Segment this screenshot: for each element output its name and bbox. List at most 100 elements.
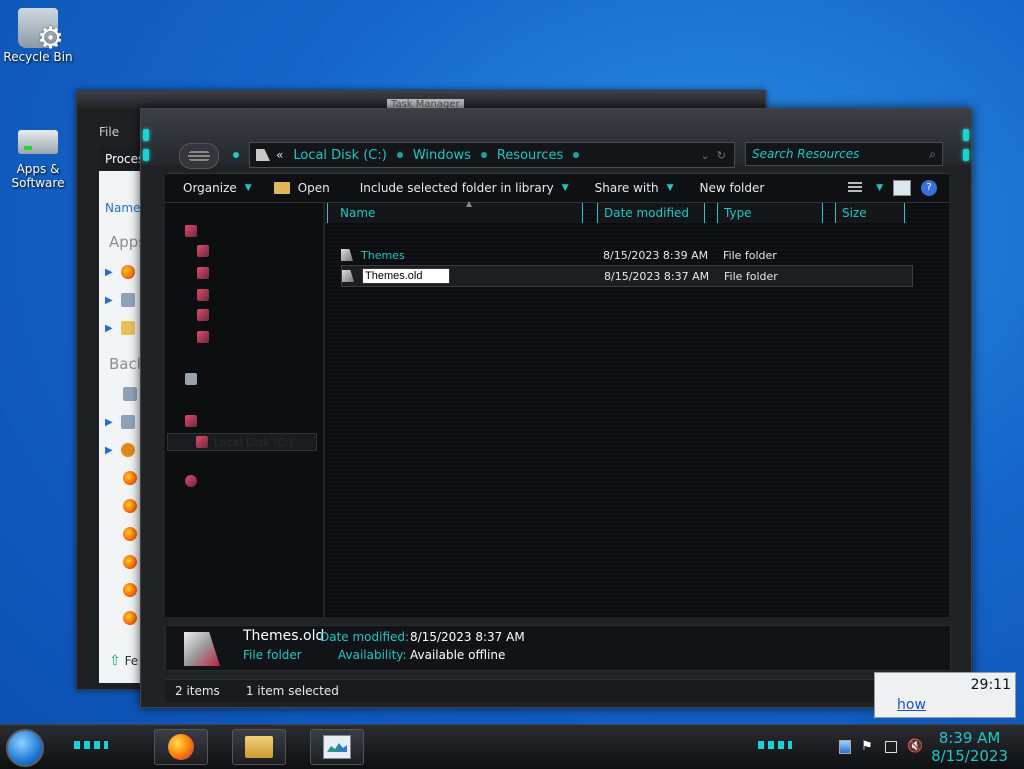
- nav-desktop[interactable]: [197, 245, 209, 257]
- folder-icon: [341, 249, 353, 261]
- file-list[interactable]: Name ▲ Date modified Type Size Themes 8/1…: [325, 199, 949, 617]
- column-name-label: Name: [340, 206, 376, 220]
- nav-downloads[interactable]: [197, 267, 209, 279]
- process-row[interactable]: [105, 583, 137, 597]
- folder-thumbnail-icon: [184, 632, 220, 666]
- address-bar[interactable]: « Local Disk (C:) Windows Resources ⌄ ↻: [249, 142, 735, 168]
- breadcrumb-separator[interactable]: [480, 152, 487, 158]
- taskbar-led: [74, 741, 108, 749]
- chevron-right-icon[interactable]: ▶: [105, 417, 113, 428]
- search-icon[interactable]: ⌕: [929, 147, 936, 162]
- share-with-button[interactable]: Share with ▼: [595, 181, 674, 195]
- breadcrumb-resources[interactable]: Resources: [497, 148, 563, 163]
- apps-software-icon[interactable]: Apps & Software: [0, 120, 76, 190]
- search-box[interactable]: Search Resources ⌕: [745, 142, 943, 166]
- nav-item[interactable]: [197, 331, 209, 343]
- details-pane: Themes.old File folder Date modified: 8/…: [165, 625, 951, 671]
- recycle-bin-icon[interactable]: ⚙ Recycle Bin: [0, 8, 76, 64]
- breadcrumb-local-disk[interactable]: Local Disk (C:): [293, 148, 386, 163]
- nav-network[interactable]: [185, 475, 197, 487]
- network-icon[interactable]: [885, 741, 898, 753]
- address-overflow[interactable]: «: [276, 148, 283, 162]
- process-row[interactable]: ▶: [105, 415, 135, 429]
- open-button[interactable]: Open: [273, 181, 330, 195]
- column-header-date[interactable]: Date modified: [597, 203, 705, 223]
- refresh-icon[interactable]: ↻: [717, 149, 726, 162]
- organize-button[interactable]: Organize ▼: [183, 181, 252, 195]
- chevron-down-icon[interactable]: ▼: [876, 183, 883, 193]
- firefox-icon: [123, 583, 137, 597]
- process-row[interactable]: ▶: [105, 293, 135, 307]
- file-name: Themes: [361, 248, 405, 262]
- process-row[interactable]: ▶: [105, 443, 135, 457]
- notification-time: 29:11: [970, 677, 1011, 693]
- network-icon: [185, 475, 197, 487]
- view-options-icon[interactable]: [848, 182, 863, 194]
- rename-input[interactable]: [362, 268, 450, 284]
- process-row[interactable]: [105, 471, 137, 485]
- folder-icon: [256, 149, 270, 161]
- file-row-themes[interactable]: Themes 8/15/2023 8:39 AM File folder: [341, 245, 911, 265]
- back-forward-button[interactable]: [179, 143, 219, 169]
- preview-pane-icon[interactable]: [893, 180, 911, 196]
- nav-local-disk[interactable]: Local Disk (C:): [167, 433, 317, 451]
- taskbar-explorer[interactable]: [232, 729, 286, 765]
- flag-icon[interactable]: ⚑: [861, 740, 875, 754]
- start-button[interactable]: [6, 729, 44, 767]
- explorer-window[interactable]: « Local Disk (C:) Windows Resources ⌄ ↻ …: [140, 108, 972, 708]
- clock[interactable]: 8:39 AM 8/15/2023: [931, 729, 1008, 765]
- process-row[interactable]: ▶: [105, 265, 135, 279]
- breadcrumb-separator[interactable]: [573, 152, 580, 158]
- volume-muted-icon[interactable]: 🔇: [907, 740, 923, 754]
- firefox-icon: [123, 499, 137, 513]
- firefox-icon: [168, 734, 194, 760]
- process-row[interactable]: [105, 387, 137, 401]
- process-row[interactable]: [105, 555, 137, 569]
- nav-favorites[interactable]: [185, 225, 197, 237]
- firefox-icon: [123, 471, 137, 485]
- item-count: 2 items: [175, 684, 220, 698]
- process-row[interactable]: [105, 527, 137, 541]
- notification-popup[interactable]: 29:11 how: [874, 672, 1016, 718]
- chevron-right-icon[interactable]: ▶: [105, 295, 113, 306]
- menu-file[interactable]: File: [99, 125, 119, 139]
- sort-up-icon: ▲: [466, 199, 473, 208]
- column-name[interactable]: Name: [105, 201, 140, 215]
- column-header-type[interactable]: Type: [717, 203, 823, 223]
- chevron-right-icon[interactable]: ▶: [105, 267, 113, 278]
- taskbar-task-manager[interactable]: [310, 729, 364, 765]
- chevron-right-icon[interactable]: ▶: [105, 323, 113, 334]
- taskbar-firefox[interactable]: [154, 729, 208, 765]
- process-row[interactable]: [105, 611, 137, 625]
- process-row[interactable]: [105, 499, 137, 513]
- help-icon[interactable]: ?: [921, 180, 937, 196]
- system-tray: ⚑ 🔇 8:39 AM 8/15/2023: [839, 725, 1024, 769]
- star-icon: [185, 225, 197, 237]
- recent-pages-dot[interactable]: [233, 152, 239, 158]
- show-desktop-icon[interactable]: [839, 740, 852, 754]
- nav-recent[interactable]: [197, 289, 209, 301]
- file-row-themes-old[interactable]: 8/15/2023 8:37 AM File folder: [341, 265, 913, 287]
- nav-computer[interactable]: [185, 415, 197, 427]
- include-in-library-button[interactable]: Include selected folder in library ▼: [360, 181, 569, 195]
- nav-homegroup[interactable]: [185, 373, 197, 385]
- frame-led: [143, 129, 149, 141]
- fewer-details-button[interactable]: ⇧ Fe: [109, 653, 138, 669]
- notification-link[interactable]: how: [897, 697, 926, 713]
- breadcrumb-separator[interactable]: [396, 152, 403, 158]
- chevron-down-icon[interactable]: ⌄: [701, 149, 710, 162]
- trash-icon: ⚙: [18, 8, 64, 54]
- chevron-right-icon[interactable]: ▶: [105, 445, 113, 456]
- process-row[interactable]: ▶: [105, 321, 135, 335]
- include-label: Include selected folder in library: [359, 181, 554, 195]
- column-header-size[interactable]: Size: [835, 203, 905, 223]
- folder-icon: [342, 270, 354, 282]
- details-availability-label: Availability:: [338, 648, 407, 662]
- file-type: File folder: [724, 269, 778, 283]
- column-header-name[interactable]: Name ▲: [327, 199, 583, 223]
- breadcrumb-windows[interactable]: Windows: [413, 148, 471, 163]
- column-type-label: Type: [724, 206, 752, 220]
- new-folder-button[interactable]: New folder: [699, 181, 764, 195]
- nav-item[interactable]: [197, 309, 209, 321]
- address-dropdown-refresh[interactable]: ⌄ ↻: [701, 149, 726, 162]
